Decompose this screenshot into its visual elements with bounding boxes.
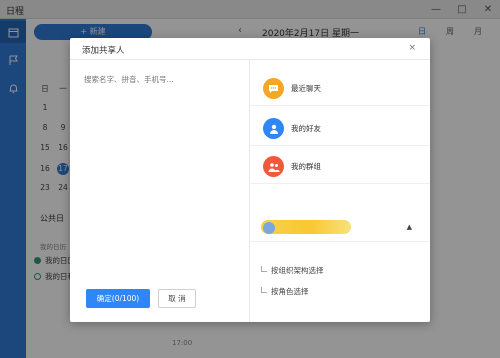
my-groups-item[interactable]: 我的群组 xyxy=(251,148,430,184)
chat-icon xyxy=(263,78,284,99)
my-friends-item[interactable]: 我的好友 xyxy=(251,110,430,146)
person-icon xyxy=(263,118,284,139)
close-icon[interactable]: × xyxy=(408,43,416,53)
add-sharer-dialog: 添加共享人 × 确定(0/100) 取 消 最近聊天 我的好友 我的群组 xyxy=(70,38,430,322)
select-by-org-structure[interactable]: 按组织架构选择 xyxy=(261,265,324,276)
contact-source-label: 我的群组 xyxy=(291,162,321,171)
recent-chats-item[interactable]: 最近聊天 xyxy=(251,70,430,106)
search-pane: 确定(0/100) 取 消 xyxy=(70,60,250,322)
chevron-up-icon[interactable]: ▲ xyxy=(407,223,412,231)
organization-item[interactable]: ▲ xyxy=(251,214,430,242)
dialog-header: 添加共享人 × xyxy=(70,38,430,60)
cancel-button[interactable]: 取 消 xyxy=(158,289,196,308)
contact-source-label: 最近聊天 xyxy=(291,84,321,93)
contact-source-pane: 最近聊天 我的好友 我的群组 ▲ 按组织架构选择 按角色选择 xyxy=(251,60,430,322)
organization-avatar xyxy=(263,222,275,234)
select-by-role[interactable]: 按角色选择 xyxy=(261,286,309,297)
dialog-title: 添加共享人 xyxy=(82,46,125,56)
contact-source-label: 我的好友 xyxy=(291,124,321,133)
confirm-button[interactable]: 确定(0/100) xyxy=(86,289,150,308)
search-input[interactable] xyxy=(84,72,234,86)
tree-branch-icon xyxy=(261,287,267,293)
tree-branch-icon xyxy=(261,266,267,272)
group-icon xyxy=(263,156,284,177)
